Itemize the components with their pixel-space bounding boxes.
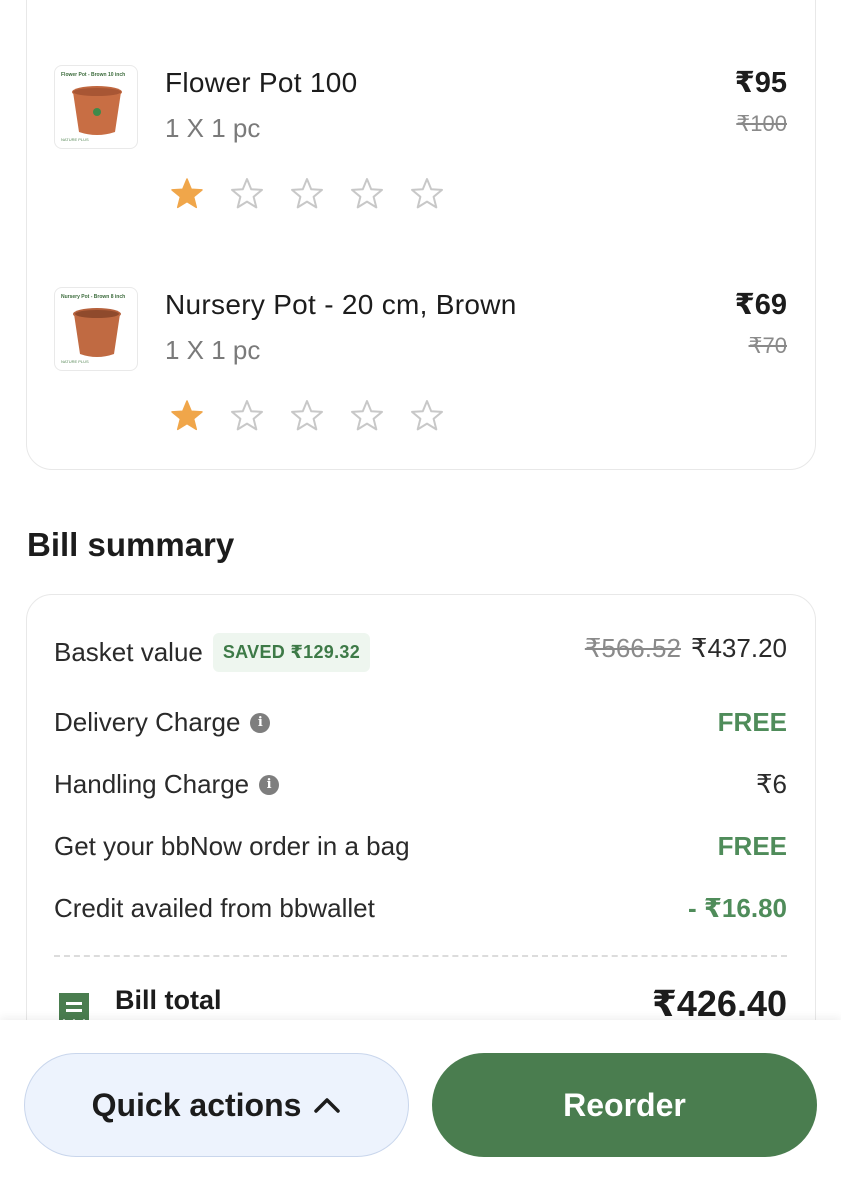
thumbnail-label: Nursery Pot - Brown 8 inch	[61, 294, 126, 300]
star-empty-icon[interactable]	[289, 398, 325, 434]
item-quantity: 1 X 1 pc	[165, 335, 261, 365]
divider	[54, 955, 787, 957]
product-thumbnail[interactable]: Nursery Pot - Brown 8 inch NATURE PLUS	[54, 287, 138, 371]
saved-badge: SAVED ₹129.32	[212, 633, 371, 672]
order-item[interactable]: Flower Pot - Brown 10 inch NATURE PLUS F…	[27, 61, 815, 231]
bill-summary-card: Basket value SAVED ₹129.32 ₹566.52 ₹437.2…	[26, 594, 816, 1074]
info-icon[interactable]: i	[250, 712, 271, 733]
basket-value-row: Basket value SAVED ₹129.32 ₹566.52 ₹437.2…	[54, 629, 787, 673]
thumbnail-brand: NATURE PLUS	[61, 359, 89, 364]
handling-charge-row: Handling Charge i ₹6	[54, 763, 787, 807]
quick-actions-label: Quick actions	[91, 1086, 302, 1123]
order-item[interactable]: Nursery Pot - Brown 8 inch NATURE PLUS N…	[27, 283, 815, 453]
item-price: ₹95	[734, 67, 787, 99]
chevron-up-icon	[314, 1098, 341, 1113]
delivery-charge-value: FREE	[717, 707, 787, 737]
delivery-charge-row: Delivery Charge i FREE	[54, 701, 787, 745]
bag-row: Get your bbNow order in a bag FREE	[54, 825, 787, 869]
bottom-action-bar: Quick actions Reorder	[0, 1020, 841, 1200]
info-icon[interactable]: i	[259, 774, 280, 795]
thumbnail-label: Flower Pot - Brown 10 inch	[61, 72, 126, 78]
bill-total-label: Bill total	[115, 985, 222, 1015]
star-empty-icon[interactable]	[349, 176, 385, 212]
item-mrp: ₹70	[748, 333, 787, 358]
star-empty-icon[interactable]	[289, 176, 325, 212]
delivery-charge-label: Delivery Charge	[54, 707, 241, 737]
handling-charge-value: ₹6	[755, 769, 787, 799]
basket-value: ₹437.20	[690, 633, 787, 663]
reorder-button[interactable]: Reorder	[432, 1053, 817, 1157]
basket-value-label: Basket value	[54, 637, 203, 667]
item-name: Nursery Pot - 20 cm, Brown	[165, 289, 517, 320]
star-empty-icon[interactable]	[229, 176, 265, 212]
item-price: ₹69	[734, 289, 787, 321]
bill-summary-title: Bill summary	[27, 526, 235, 563]
star-empty-icon[interactable]	[409, 398, 445, 434]
wallet-credit-label: Credit availed from bbwallet	[54, 893, 375, 923]
quick-actions-button[interactable]: Quick actions	[24, 1053, 409, 1157]
wallet-credit-row: Credit availed from bbwallet - ₹16.80	[54, 887, 787, 931]
rating-stars	[169, 176, 445, 212]
order-items-card: Flower Pot - Brown 10 inch NATURE PLUS F…	[26, 0, 816, 470]
thumbnail-brand: NATURE PLUS	[61, 137, 89, 142]
star-empty-icon[interactable]	[409, 176, 445, 212]
wallet-credit-value: - ₹16.80	[687, 893, 787, 923]
item-name: Flower Pot 100	[165, 67, 358, 98]
star-filled-icon[interactable]	[169, 398, 205, 434]
reorder-label: Reorder	[563, 1086, 686, 1123]
star-empty-icon[interactable]	[349, 398, 385, 434]
nursery-pot-image	[73, 308, 121, 357]
rating-stars	[169, 398, 445, 434]
handling-charge-label: Handling Charge	[54, 769, 250, 799]
star-empty-icon[interactable]	[229, 398, 265, 434]
item-quantity: 1 X 1 pc	[165, 113, 261, 143]
bill-total-value: ₹426.40	[651, 983, 787, 1024]
bag-label: Get your bbNow order in a bag	[54, 831, 410, 861]
item-mrp: ₹100	[736, 111, 787, 136]
basket-mrp: ₹566.52	[584, 633, 681, 663]
star-filled-icon[interactable]	[169, 176, 205, 212]
bag-value: FREE	[717, 831, 787, 861]
product-thumbnail[interactable]: Flower Pot - Brown 10 inch NATURE PLUS	[54, 65, 138, 149]
flower-pot-image	[72, 86, 122, 135]
